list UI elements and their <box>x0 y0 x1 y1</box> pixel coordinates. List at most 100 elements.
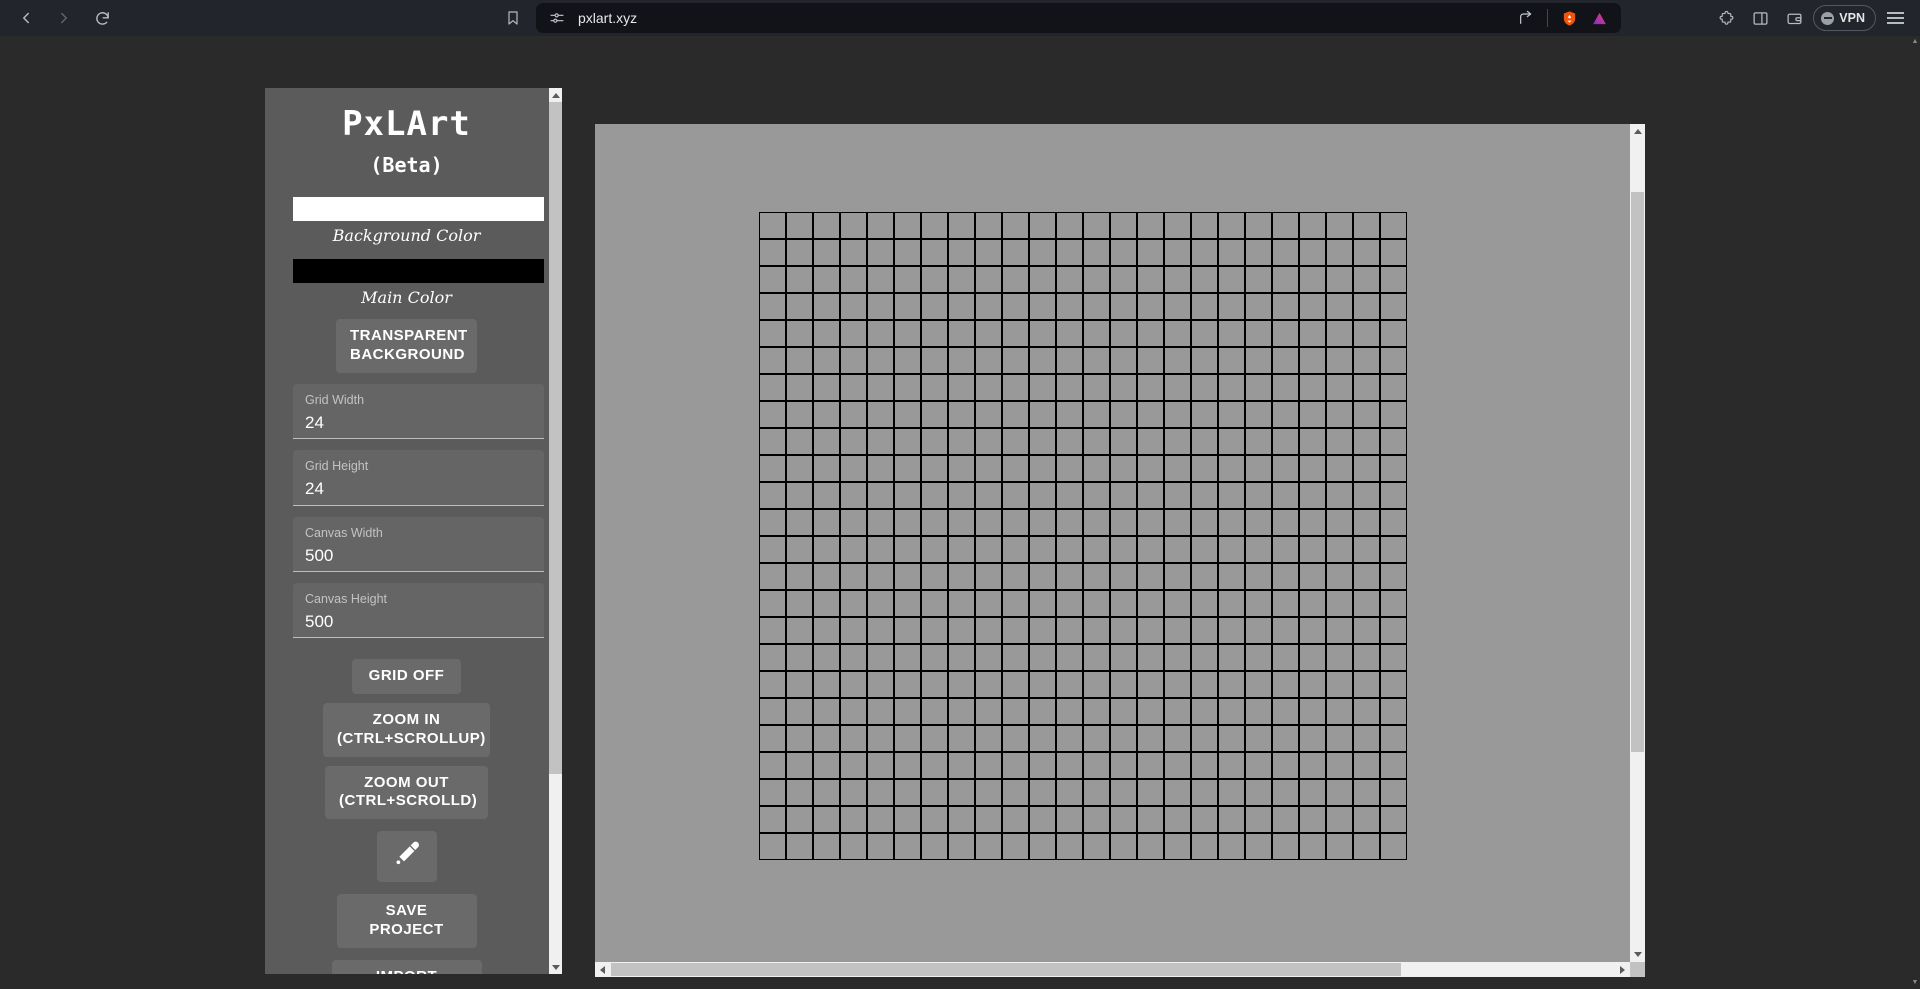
pixel-cell[interactable] <box>813 563 840 590</box>
pixel-cell[interactable] <box>1380 671 1407 698</box>
pixel-cell[interactable] <box>1029 320 1056 347</box>
pixel-cell[interactable] <box>948 401 975 428</box>
pixel-cell[interactable] <box>1380 482 1407 509</box>
pixel-cell[interactable] <box>786 266 813 293</box>
pixel-cell[interactable] <box>1164 806 1191 833</box>
pixel-cell[interactable] <box>1002 563 1029 590</box>
pixel-cell[interactable] <box>1056 347 1083 374</box>
sidebar-scroll-down-arrow-icon[interactable] <box>549 960 562 974</box>
canvas-viewport[interactable] <box>595 124 1630 962</box>
pixel-cell[interactable] <box>1056 266 1083 293</box>
pixel-cell[interactable] <box>975 752 1002 779</box>
pixel-cell[interactable] <box>813 752 840 779</box>
pixel-cell[interactable] <box>1029 536 1056 563</box>
pixel-cell[interactable] <box>1002 833 1029 860</box>
pixel-cell[interactable] <box>1380 374 1407 401</box>
pixel-cell[interactable] <box>975 590 1002 617</box>
pixel-cell[interactable] <box>1029 293 1056 320</box>
pixel-cell[interactable] <box>975 698 1002 725</box>
pixel-cell[interactable] <box>1110 806 1137 833</box>
pixel-cell[interactable] <box>786 617 813 644</box>
pixel-cell[interactable] <box>894 374 921 401</box>
canvas-horizontal-scrollbar[interactable] <box>595 962 1630 977</box>
pixel-cell[interactable] <box>1326 509 1353 536</box>
pixel-cell[interactable] <box>1299 347 1326 374</box>
pixel-cell[interactable] <box>1380 725 1407 752</box>
pixel-cell[interactable] <box>1110 401 1137 428</box>
pixel-cell[interactable] <box>1056 374 1083 401</box>
pixel-cell[interactable] <box>1191 428 1218 455</box>
pixel-cell[interactable] <box>894 239 921 266</box>
pixel-cell[interactable] <box>813 806 840 833</box>
pixel-cell[interactable] <box>1353 752 1380 779</box>
pixel-cell[interactable] <box>1056 563 1083 590</box>
back-button[interactable] <box>10 3 42 33</box>
pixel-cell[interactable] <box>975 833 1002 860</box>
pixel-cell[interactable] <box>1056 644 1083 671</box>
pixel-cell[interactable] <box>840 212 867 239</box>
pixel-cell[interactable] <box>1164 725 1191 752</box>
pixel-cell[interactable] <box>948 455 975 482</box>
pixel-cell[interactable] <box>921 563 948 590</box>
pixel-cell[interactable] <box>1137 320 1164 347</box>
pixel-cell[interactable] <box>1029 725 1056 752</box>
pixel-cell[interactable] <box>975 617 1002 644</box>
pixel-cell[interactable] <box>1272 374 1299 401</box>
pixel-cell[interactable] <box>1056 482 1083 509</box>
pixel-cell[interactable] <box>1056 833 1083 860</box>
pixel-cell[interactable] <box>786 752 813 779</box>
pixel-cell[interactable] <box>1164 482 1191 509</box>
pixel-cell[interactable] <box>1326 401 1353 428</box>
pixel-cell[interactable] <box>1326 266 1353 293</box>
pixel-cell[interactable] <box>1164 644 1191 671</box>
pixel-cell[interactable] <box>921 266 948 293</box>
pixel-cell[interactable] <box>1218 671 1245 698</box>
pixel-cell[interactable] <box>1137 428 1164 455</box>
sidebar-panel-icon[interactable] <box>1745 4 1775 32</box>
pixel-cell[interactable] <box>1245 779 1272 806</box>
pixel-cell[interactable] <box>759 698 786 725</box>
pixel-cell[interactable] <box>1272 347 1299 374</box>
pixel-cell[interactable] <box>1380 536 1407 563</box>
pixel-cell[interactable] <box>921 752 948 779</box>
pixel-cell[interactable] <box>1218 374 1245 401</box>
pixel-cell[interactable] <box>948 833 975 860</box>
pixel-cell[interactable] <box>1164 779 1191 806</box>
pixel-cell[interactable] <box>1137 509 1164 536</box>
pixel-cell[interactable] <box>1218 590 1245 617</box>
pixel-cell[interactable] <box>1164 347 1191 374</box>
pixel-cell[interactable] <box>1083 293 1110 320</box>
pixel-cell[interactable] <box>1083 509 1110 536</box>
pixel-cell[interactable] <box>975 779 1002 806</box>
extensions-puzzle-icon[interactable] <box>1711 4 1741 32</box>
pixel-cell[interactable] <box>1083 401 1110 428</box>
pixel-cell[interactable] <box>786 455 813 482</box>
pixel-cell[interactable] <box>867 779 894 806</box>
pixel-cell[interactable] <box>1029 590 1056 617</box>
pixel-cell[interactable] <box>1056 455 1083 482</box>
pixel-cell[interactable] <box>1272 239 1299 266</box>
pixel-cell[interactable] <box>786 374 813 401</box>
pixel-cell[interactable] <box>1380 239 1407 266</box>
pixel-cell[interactable] <box>948 698 975 725</box>
pixel-cell[interactable] <box>840 752 867 779</box>
pixel-cell[interactable] <box>1056 779 1083 806</box>
pixel-cell[interactable] <box>1245 590 1272 617</box>
pixel-cell[interactable] <box>786 725 813 752</box>
pixel-cell[interactable] <box>1299 266 1326 293</box>
pixel-cell[interactable] <box>1299 617 1326 644</box>
pixel-cell[interactable] <box>1191 212 1218 239</box>
pixel-cell[interactable] <box>786 509 813 536</box>
pixel-cell[interactable] <box>1353 590 1380 617</box>
pixel-cell[interactable] <box>894 563 921 590</box>
pixel-cell[interactable] <box>840 833 867 860</box>
pixel-cell[interactable] <box>1245 374 1272 401</box>
pixel-cell[interactable] <box>1137 590 1164 617</box>
pixel-cell[interactable] <box>1002 509 1029 536</box>
pixel-cell[interactable] <box>1218 806 1245 833</box>
pixel-cell[interactable] <box>759 833 786 860</box>
pixel-cell[interactable] <box>1380 644 1407 671</box>
pixel-cell[interactable] <box>1002 266 1029 293</box>
pixel-cell[interactable] <box>813 428 840 455</box>
pixel-cell[interactable] <box>975 806 1002 833</box>
